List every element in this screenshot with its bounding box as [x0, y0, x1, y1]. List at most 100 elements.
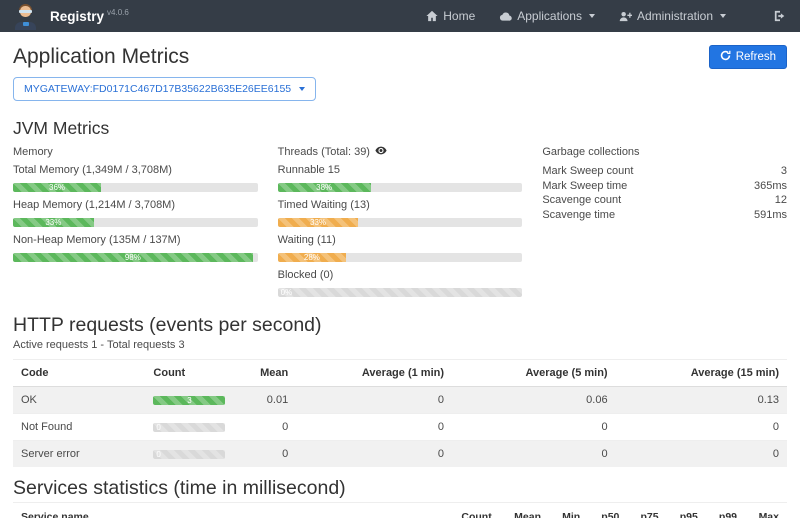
gc-value: 12	[775, 193, 787, 208]
nav-home[interactable]: Home	[426, 9, 475, 23]
progress-bar-fill: 98%	[13, 253, 253, 262]
gc-label: Mark Sweep time	[542, 179, 627, 194]
metric-label: Waiting (11)	[278, 234, 523, 247]
progress-bar-fill: 36%	[13, 183, 101, 192]
metric-runnable: Runnable 15 38%	[278, 164, 523, 192]
col-header-mean: Mean	[234, 360, 296, 387]
jvm-metrics-grid: Memory Total Memory (1,349M / 3,708M) 36…	[13, 146, 787, 304]
cloud-icon	[499, 11, 512, 22]
eye-icon[interactable]	[375, 146, 387, 159]
col-header-p50: p50	[588, 503, 627, 518]
http-code: OK	[13, 387, 145, 414]
progress-percent-label: 33%	[45, 218, 61, 227]
http-requests-title: HTTP requests (events per second)	[13, 314, 787, 337]
gc-label: Scavenge time	[542, 208, 615, 223]
http-avg5: 0	[452, 414, 616, 441]
col-header-avg1: Average (1 min)	[296, 360, 452, 387]
refresh-icon	[720, 50, 731, 64]
progress-percent-label: 38%	[316, 183, 332, 192]
progress-bar-fill: 38%	[278, 183, 371, 192]
gc-value: 591ms	[754, 208, 787, 223]
progress-bar-fill: 33%	[13, 218, 94, 227]
http-mean: 0.01	[234, 387, 296, 414]
nav-applications-label: Applications	[517, 9, 582, 23]
progress-bar: 33%	[278, 218, 523, 227]
http-avg1: 0	[296, 387, 452, 414]
progress-percent-label: 98%	[125, 253, 141, 262]
gc-label: Scavenge count	[542, 193, 621, 208]
sign-out-icon[interactable]	[774, 10, 786, 22]
metric-label: Total Memory (1,349M / 3,708M)	[13, 164, 258, 177]
memory-column: Memory Total Memory (1,349M / 3,708M) 36…	[13, 146, 258, 304]
progress-bar: 33%	[13, 218, 258, 227]
table-row: Not Found 0 0 0 0 0	[13, 414, 787, 441]
metric-blocked: Blocked (0) 0%	[278, 269, 523, 297]
brand-title: Registry	[50, 9, 104, 24]
progress-bar-fill: 0%	[278, 288, 523, 297]
progress-bar-fill: 3	[153, 396, 225, 405]
metric-waiting: Waiting (11) 28%	[278, 234, 523, 262]
metric-total-memory: Total Memory (1,349M / 3,708M) 36%	[13, 164, 258, 192]
col-header-max: Max	[745, 503, 787, 518]
http-avg5: 0.06	[452, 387, 616, 414]
http-requests-subtitle: Active requests 1 - Total requests 3	[13, 339, 787, 351]
count-value: 0	[156, 423, 160, 432]
http-code: Not Found	[13, 414, 145, 441]
count-progress-bar: 3	[153, 396, 225, 405]
instance-selector-dropdown[interactable]: MYGATEWAY:FD0171C467D17B35622B635E26EE61…	[13, 77, 316, 101]
progress-bar: 38%	[278, 183, 523, 192]
col-header-p95: p95	[667, 503, 706, 518]
navbar: Registry v4.0.6 Home Applications Admini…	[0, 0, 800, 32]
gc-value: 365ms	[754, 179, 787, 194]
metric-label: Heap Memory (1,214M / 3,708M)	[13, 199, 258, 212]
progress-bar-fill: 33%	[278, 218, 359, 227]
nav-administration[interactable]: Administration	[619, 9, 726, 23]
metric-label: Timed Waiting (13)	[278, 199, 523, 212]
http-avg5: 0	[452, 441, 616, 468]
col-header-code: Code	[13, 360, 145, 387]
count-progress-bar: 0	[153, 423, 225, 432]
metric-label: Non-Heap Memory (135M / 137M)	[13, 234, 258, 247]
metric-label: Blocked (0)	[278, 269, 523, 282]
gc-value: 3	[781, 164, 787, 179]
col-header-mean: Mean	[500, 503, 549, 518]
progress-percent-label: 36%	[49, 183, 65, 192]
http-requests-table: Code Count Mean Average (1 min) Average …	[13, 359, 787, 467]
page-title: Application Metrics	[13, 45, 709, 69]
count-value: 0	[156, 450, 160, 459]
chevron-down-icon	[589, 14, 595, 18]
col-header-service-name: Service name	[13, 503, 446, 518]
col-header-p99: p99	[706, 503, 745, 518]
count-progress-bar: 0	[153, 450, 225, 459]
memory-title: Memory	[13, 146, 258, 159]
instance-selector-label: MYGATEWAY:FD0171C467D17B35622B635E26EE61…	[24, 83, 291, 95]
nav-home-label: Home	[443, 9, 475, 23]
http-avg1: 0	[296, 414, 452, 441]
threads-title: Threads (Total: 39)	[278, 146, 370, 159]
progress-bar-fill: 0	[153, 423, 225, 432]
nav-applications[interactable]: Applications	[499, 9, 595, 23]
progress-percent-label: 28%	[304, 253, 320, 262]
http-mean: 0	[234, 414, 296, 441]
refresh-button[interactable]: Refresh	[709, 45, 787, 69]
jvm-metrics-title: JVM Metrics	[13, 118, 787, 139]
services-statistics-title: Services statistics (time in millisecond…	[13, 477, 787, 500]
gc-label: Mark Sweep count	[542, 164, 633, 179]
refresh-label: Refresh	[736, 51, 776, 63]
progress-bar: 98%	[13, 253, 258, 262]
http-avg15: 0.13	[616, 387, 787, 414]
table-row: Server error 0 0 0 0 0	[13, 441, 787, 468]
progress-bar-fill: 0	[153, 450, 225, 459]
metric-nonheap-memory: Non-Heap Memory (135M / 137M) 98%	[13, 234, 258, 262]
gc-row: Mark Sweep count 3	[542, 164, 787, 179]
gc-column: Garbage collections Mark Sweep count 3 M…	[542, 146, 787, 304]
progress-bar: 0%	[278, 288, 523, 297]
home-icon	[426, 10, 438, 22]
progress-bar: 28%	[278, 253, 523, 262]
brand-version: v4.0.6	[107, 8, 129, 17]
chevron-down-icon	[299, 87, 305, 91]
http-code: Server error	[13, 441, 145, 468]
progress-bar-fill: 28%	[278, 253, 347, 262]
gc-row: Mark Sweep time 365ms	[542, 179, 787, 194]
col-header-count: Count	[446, 503, 499, 518]
